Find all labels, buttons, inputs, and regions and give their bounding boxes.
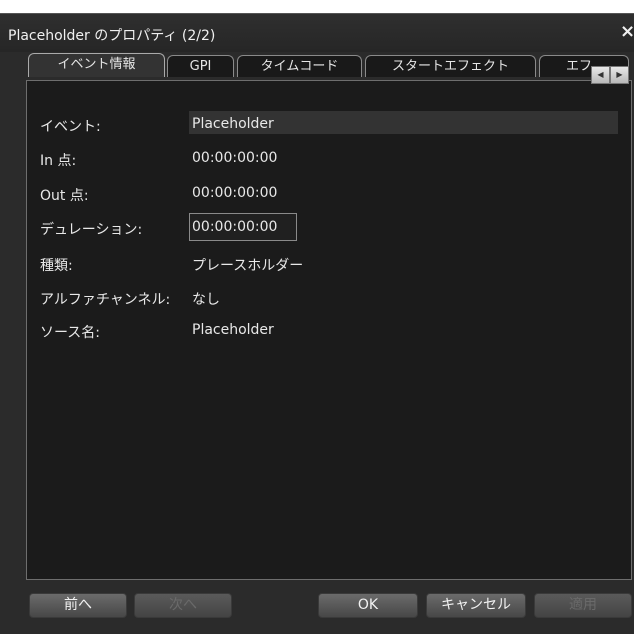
- tab-gpi[interactable]: GPI: [167, 55, 234, 77]
- source-name-label: ソース名:: [40, 325, 101, 341]
- tab-bar: イベント情報 GPI タイムコード スタートエフェクト エフ: [24, 53, 634, 77]
- event-value[interactable]: Placeholder: [192, 116, 274, 132]
- tab-scroll-controls: ◀ ▶: [591, 66, 631, 84]
- event-label: イベント:: [40, 119, 101, 135]
- type-label: 種類:: [40, 258, 73, 274]
- prev-button[interactable]: 前へ: [29, 593, 127, 618]
- cancel-button[interactable]: キャンセル: [426, 593, 526, 618]
- out-point-value: 00:00:00:00: [192, 185, 278, 201]
- tab-timecode[interactable]: タイムコード: [237, 55, 362, 77]
- close-icon[interactable]: ×: [620, 21, 634, 42]
- in-point-label: In 点:: [40, 153, 77, 169]
- dialog-title: Placeholder のプロパティ (2/2): [8, 28, 216, 44]
- tab-event-info[interactable]: イベント情報: [28, 53, 165, 77]
- tab-scroll-left-icon[interactable]: ◀: [591, 66, 610, 84]
- next-button[interactable]: 次へ: [134, 593, 232, 618]
- tab-scroll-right-icon[interactable]: ▶: [610, 66, 629, 84]
- out-point-label: Out 点:: [40, 188, 89, 204]
- alpha-channel-value: なし: [192, 292, 220, 308]
- in-point-value: 00:00:00:00: [192, 150, 278, 166]
- type-value: プレースホルダー: [192, 258, 304, 274]
- duration-label: デュレーション:: [40, 222, 143, 238]
- ok-button[interactable]: OK: [318, 593, 418, 618]
- alpha-channel-label: アルファチャンネル:: [40, 292, 171, 308]
- duration-value[interactable]: 00:00:00:00: [192, 219, 277, 235]
- event-info-panel: [26, 80, 632, 580]
- background-strip: [0, 0, 634, 13]
- apply-button[interactable]: 適用: [534, 593, 632, 618]
- source-name-value: Placeholder: [192, 322, 274, 338]
- tab-start-effect[interactable]: スタートエフェクト: [365, 55, 536, 77]
- title-bar[interactable]: Placeholder のプロパティ (2/2) ×: [0, 14, 634, 52]
